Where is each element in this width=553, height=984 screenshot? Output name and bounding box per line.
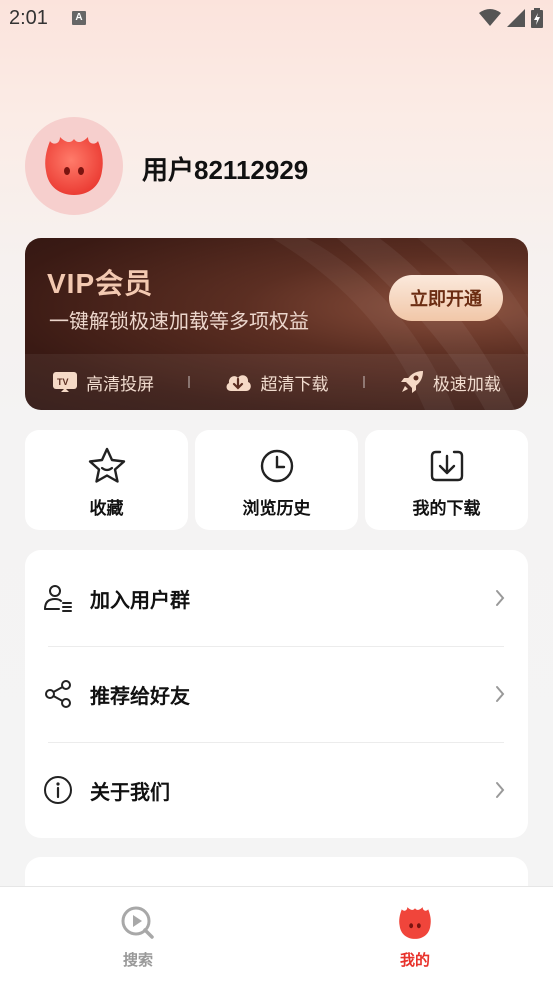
nav-label: 搜索: [122, 951, 153, 969]
download-icon: [427, 446, 467, 486]
vip-separator: [188, 376, 191, 388]
search-play-icon: [120, 905, 156, 941]
menu-item-join-group[interactable]: 加入用户群: [25, 550, 528, 646]
quick-label: 收藏: [89, 499, 124, 519]
cloud-download-icon: [227, 375, 252, 391]
user-group-icon: [43, 583, 73, 613]
vip-feature-cast: TV 高清投屏: [52, 370, 154, 395]
flame-mascot-icon: [45, 137, 103, 195]
status-bar: 2:01 A: [0, 0, 553, 38]
vip-card[interactable]: VIP会员 一键解锁极速加载等多项权益 立即开通 TV 高清投屏 超清下载 极速…: [25, 238, 528, 410]
vip-separator: [362, 376, 365, 388]
battery-icon: [531, 8, 543, 32]
vip-features: TV 高清投屏 超清下载 极速加载: [25, 354, 528, 410]
rocket-icon: [400, 371, 423, 393]
menu-label: 加入用户群: [90, 587, 190, 612]
vip-feature-label: 超清下载: [260, 374, 329, 395]
chevron-right-icon: [496, 686, 505, 702]
info-icon: [43, 775, 73, 805]
menu-list: 加入用户群 推荐给好友 关于我们: [25, 550, 528, 838]
menu-item-about[interactable]: 关于我们: [25, 742, 528, 838]
menu-label: 推荐给好友: [90, 683, 190, 708]
vip-title: VIP会员: [47, 268, 154, 299]
status-time: 2:01: [9, 7, 48, 29]
quick-label: 我的下载: [412, 499, 481, 519]
quick-label: 浏览历史: [242, 499, 311, 519]
status-indicators: [479, 8, 543, 32]
bottom-nav: 搜索 我的: [0, 886, 553, 984]
quick-downloads[interactable]: 我的下载: [365, 430, 528, 530]
vip-feature-label: 极速加载: [432, 374, 501, 395]
chevron-right-icon: [496, 782, 505, 798]
share-icon: [43, 679, 73, 709]
tv-cast-icon: TV: [53, 372, 78, 392]
svg-text:TV: TV: [57, 377, 69, 387]
wifi-icon: [479, 9, 501, 31]
vip-feature-label: 高清投屏: [86, 374, 155, 395]
menu-label: 关于我们: [90, 779, 170, 804]
signal-icon: [507, 9, 525, 31]
avatar[interactable]: [25, 117, 123, 215]
username: 用户82112929: [142, 155, 309, 185]
vip-feature-download: 超清下载: [224, 370, 328, 395]
quick-history[interactable]: 浏览历史: [195, 430, 358, 530]
clock-icon: [257, 446, 297, 486]
vip-subtitle: 一键解锁极速加载等多项权益: [49, 309, 309, 333]
vip-feature-speed: 极速加载: [399, 369, 501, 395]
nav-mine[interactable]: 我的: [355, 887, 475, 984]
vip-open-button[interactable]: 立即开通: [389, 275, 503, 321]
quick-favorites[interactable]: 收藏: [25, 430, 188, 530]
chevron-right-icon: [496, 590, 505, 606]
flame-mascot-icon: [397, 905, 433, 941]
star-icon: [87, 446, 127, 486]
nav-label: 我的: [399, 951, 430, 969]
menu-item-share[interactable]: 推荐给好友: [25, 646, 528, 742]
nav-search[interactable]: 搜索: [78, 887, 198, 984]
notification-a-icon: A: [72, 11, 86, 25]
